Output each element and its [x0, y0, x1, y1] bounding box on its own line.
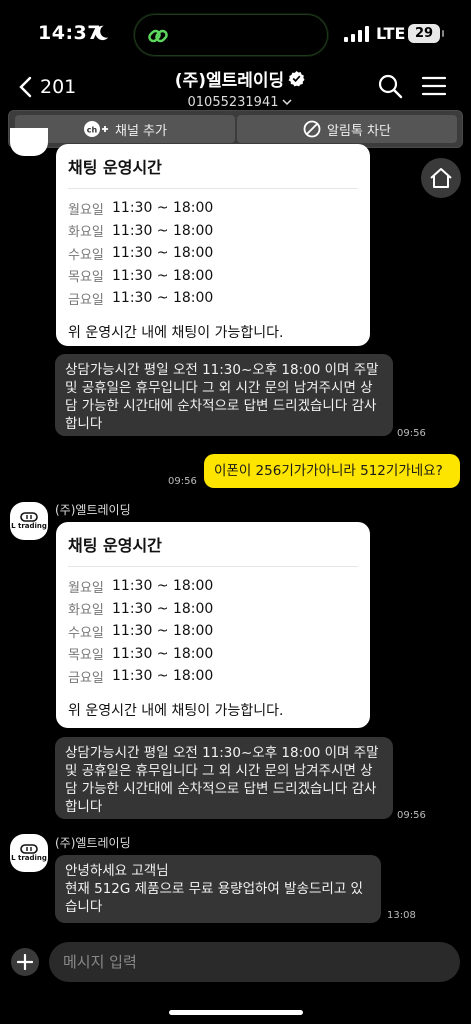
avatar[interactable]: L trading	[10, 502, 48, 540]
channel-action-bar: ch 채널 추가 알림톡 차단	[8, 110, 463, 148]
block-alimtalk-button[interactable]: 알림톡 차단	[237, 115, 457, 143]
day-label: 금요일	[68, 292, 104, 308]
message-line: 현재 512G 제품으로 무료 용량업하여 발송드리고 있습니다	[65, 881, 363, 915]
search-icon[interactable]	[376, 72, 404, 100]
hours-card: 채팅 운영시간 월요일 11:30 ~ 18:00 화요일 11:30 ~ 18:0…	[56, 144, 370, 346]
day-label: 수요일	[68, 247, 104, 263]
day-label: 목요일	[68, 648, 104, 664]
message-input[interactable]	[49, 942, 460, 982]
home-button[interactable]	[421, 158, 461, 198]
link-icon	[148, 29, 168, 43]
avatar[interactable]: L trading	[10, 834, 48, 872]
chat-title: (주)엘트레이딩	[174, 71, 285, 91]
logo-icon	[20, 844, 38, 854]
chat-phone-number: 01055231941	[187, 95, 279, 110]
avatar[interactable]	[10, 128, 48, 156]
hours-card: 채팅 운영시간 월요일 11:30 ~ 18:00 화요일 11:30 ~ 18:0…	[56, 522, 370, 728]
attach-button[interactable]	[11, 948, 39, 976]
plus-icon	[17, 954, 33, 970]
add-channel-label: 채널 추가	[115, 123, 167, 139]
message-line: 안녕하세요 고객님	[65, 863, 169, 879]
day-label: 수요일	[68, 625, 104, 641]
day-label: 월요일	[68, 580, 104, 596]
day-label: 화요일	[68, 603, 104, 619]
hours-value: 11:30 ~ 18:00	[112, 267, 214, 284]
message-bubble[interactable]: 안녕하세요 고객님 현재 512G 제품으로 무료 용량업하여 발송드리고 있습…	[55, 855, 381, 923]
hours-value: 11:30 ~ 18:00	[112, 578, 214, 595]
message-input-bar	[0, 940, 471, 988]
signal-icon	[344, 26, 369, 42]
hours-row: 금요일 11:30 ~ 18:00	[68, 665, 358, 688]
message-timestamp: 13:08	[387, 910, 416, 921]
sender-name: (주)엘트레이딩	[55, 503, 131, 517]
hours-row: 화요일 11:30 ~ 18:00	[68, 220, 358, 243]
day-label: 월요일	[68, 202, 104, 218]
chevron-down-icon	[282, 99, 293, 106]
chat-title-area[interactable]: (주)엘트레이딩 01055231941	[150, 66, 330, 110]
verified-badge-icon	[288, 70, 305, 87]
message-timestamp: 09:56	[168, 476, 197, 487]
add-channel-button[interactable]: ch 채널 추가	[15, 115, 235, 143]
hours-card-footer: 위 운영시간 내에 채팅이 가능합니다.	[68, 324, 284, 341]
hours-row: 목요일 11:30 ~ 18:00	[68, 265, 358, 288]
hours-card-footer: 위 운영시간 내에 채팅이 가능합니다.	[68, 702, 284, 719]
hours-value: 11:30 ~ 18:00	[112, 245, 214, 262]
avatar-label: L trading	[11, 522, 47, 530]
hours-row: 수요일 11:30 ~ 18:00	[68, 242, 358, 265]
hours-row: 금요일 11:30 ~ 18:00	[68, 287, 358, 310]
message-bubble[interactable]: 상담가능시간 평일 오전 11:30~오후 18:00 이며 주말 및 공휴일은…	[55, 737, 393, 819]
block-alimtalk-label: 알림톡 차단	[327, 123, 391, 139]
unread-count: 201	[40, 76, 77, 98]
back-button[interactable]: 201	[18, 70, 88, 104]
network-label: LTE	[376, 24, 406, 43]
hours-row: 수요일 11:30 ~ 18:00	[68, 620, 358, 643]
home-indicator[interactable]	[169, 1010, 303, 1015]
message-bubble[interactable]: 상담가능시간 평일 오전 11:30~오후 18:00 이며 주말 및 공휴일은…	[55, 354, 393, 436]
hours-row: 월요일 11:30 ~ 18:00	[68, 197, 358, 220]
hours-value: 11:30 ~ 18:00	[112, 623, 214, 640]
sender-name: (주)엘트레이딩	[55, 836, 131, 850]
my-message-bubble[interactable]: 이폰이 256기가가아니라 512기가네요?	[204, 454, 460, 488]
hours-value: 11:30 ~ 18:00	[112, 290, 214, 307]
hours-row: 화요일 11:30 ~ 18:00	[68, 598, 358, 621]
hours-row: 월요일 11:30 ~ 18:00	[68, 575, 358, 598]
add-channel-icon: ch	[84, 121, 108, 137]
chat-header: 201 (주)엘트레이딩 01055231941	[0, 66, 471, 110]
hours-card-title: 채팅 운영시간	[68, 154, 358, 189]
hours-value: 11:30 ~ 18:00	[112, 668, 214, 685]
block-icon	[303, 120, 321, 138]
logo-icon	[20, 512, 38, 522]
hours-card-title: 채팅 운영시간	[68, 532, 358, 567]
message-timestamp: 09:56	[397, 810, 426, 821]
day-label: 화요일	[68, 225, 104, 241]
dynamic-island	[134, 14, 328, 56]
chevron-left-icon	[19, 76, 32, 98]
message-timestamp: 09:56	[397, 428, 426, 439]
battery-indicator: 29	[408, 24, 444, 43]
day-label: 금요일	[68, 670, 104, 686]
hours-value: 11:30 ~ 18:00	[112, 200, 214, 217]
hours-value: 11:30 ~ 18:00	[112, 222, 214, 239]
svg-text:ch: ch	[87, 126, 98, 135]
hours-row: 목요일 11:30 ~ 18:00	[68, 643, 358, 666]
menu-icon[interactable]	[420, 72, 448, 100]
avatar-label: L trading	[11, 854, 47, 862]
moon-icon	[95, 25, 109, 41]
day-label: 목요일	[68, 270, 104, 286]
hours-value: 11:30 ~ 18:00	[112, 645, 214, 662]
home-icon	[430, 168, 452, 188]
chat-message-list[interactable]: 채팅 운영시간 월요일 11:30 ~ 18:00 화요일 11:30 ~ 18:0…	[0, 128, 471, 938]
status-bar: 14:37 LTE 29	[0, 0, 471, 66]
hours-value: 11:30 ~ 18:00	[112, 600, 214, 617]
